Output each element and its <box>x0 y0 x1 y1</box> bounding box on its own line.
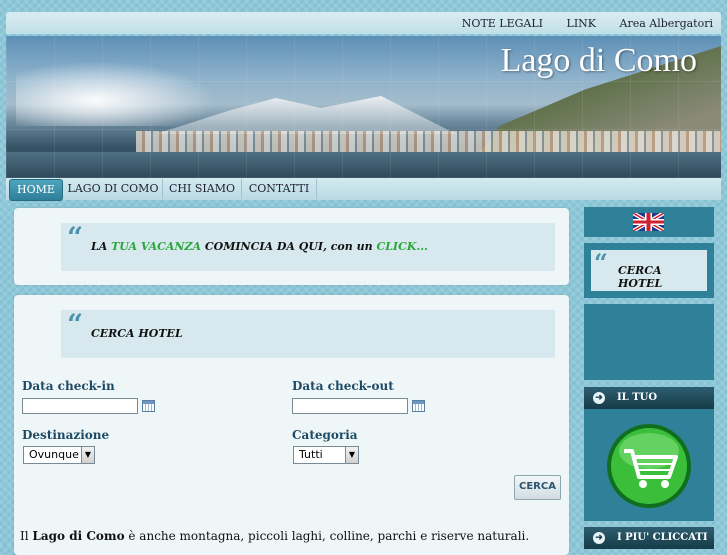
main-menu: HOME LAGO DI COMO CHI SIAMO CONTATTI <box>6 178 721 201</box>
quote-icon: “ <box>594 248 608 277</box>
search-panel: “ CERCA HOTEL <box>14 295 569 555</box>
checkout-label: Data check-out <box>292 379 394 393</box>
arrow-right-icon: ➜ <box>593 532 605 544</box>
cart-header[interactable]: ➜ IL TUO CARRELLO <box>584 387 714 425</box>
checkin-label: Data check-in <box>22 379 115 393</box>
sidebar-search-box: “ CERCA HOTEL <box>584 243 714 298</box>
header-banner: Lago di Como <box>6 36 721 178</box>
arrow-right-icon: ➜ <box>593 392 605 404</box>
intro-bold: Lago di Como <box>32 529 125 543</box>
language-box <box>584 207 714 237</box>
promo-click-link[interactable]: CLICK... <box>376 240 427 253</box>
promo-highlight: TUA VACANZA <box>111 240 202 253</box>
destination-value: Ovunque <box>29 448 79 461</box>
category-label: Categoria <box>292 428 358 442</box>
menu-item-contatti[interactable]: CONTATTI <box>242 179 317 199</box>
intro-rest: è anche montagna, piccoli laghi, colline… <box>124 529 530 543</box>
area-albergatori-link[interactable]: Area Albergatori <box>620 17 713 30</box>
checkout-calendar-icon[interactable] <box>412 400 425 412</box>
quote-icon: “ <box>67 221 83 254</box>
search-quote-box: “ CERCA HOTEL <box>61 308 555 358</box>
promo-text[interactable]: LA TUA VACANZA COMINCIA DA QUI, con un C… <box>91 240 428 253</box>
checkin-input[interactable] <box>22 398 138 414</box>
destination-select[interactable]: Ovunque ▼ <box>23 446 95 464</box>
popular-header[interactable]: ➜ I PIU' CLICCATI <box>584 527 714 549</box>
popular-title: I PIU' CLICCATI <box>617 532 708 543</box>
menu-item-lago-di-como[interactable]: LAGO DI COMO <box>64 179 163 199</box>
shopping-cart-icon[interactable] <box>606 423 692 509</box>
promo-quote-box: “ LA TUA VACANZA COMINCIA DA QUI, con un… <box>61 221 555 271</box>
intro-paragraph: Il Lago di Como è anche montagna, piccol… <box>20 529 529 543</box>
sidebar-search-quote: “ CERCA HOTEL <box>591 248 707 291</box>
menu-item-home[interactable]: HOME <box>9 179 63 201</box>
cerca-button[interactable]: CERCA <box>514 475 561 500</box>
promo-text-part2: COMINCIA DA QUI, con un <box>201 240 377 253</box>
uk-flag-icon[interactable] <box>633 213 664 231</box>
checkin-calendar-icon[interactable] <box>142 400 155 412</box>
site-title: Lago di Como <box>500 42 697 79</box>
category-select[interactable]: Tutti ▼ <box>293 446 359 464</box>
promo-panel: “ LA TUA VACANZA COMINCIA DA QUI, con un… <box>14 208 569 285</box>
sidebar-search-title[interactable]: CERCA HOTEL <box>618 264 707 290</box>
quote-icon: “ <box>67 308 83 341</box>
intro-prefix: Il <box>20 529 33 543</box>
top-nav: NOTE LEGALI LINK Area Albergatori <box>442 17 713 30</box>
link-link[interactable]: LINK <box>567 17 597 30</box>
chevron-down-icon: ▼ <box>345 447 358 463</box>
destination-label: Destinazione <box>22 428 110 442</box>
promo-text-part1: LA <box>91 240 112 253</box>
category-value: Tutti <box>299 448 323 461</box>
search-heading: CERCA HOTEL <box>91 327 183 340</box>
sidebar-empty-box <box>584 304 714 380</box>
note-legali-link[interactable]: NOTE LEGALI <box>462 17 543 30</box>
top-bar: NOTE LEGALI LINK Area Albergatori <box>6 12 721 34</box>
chevron-down-icon: ▼ <box>81 447 94 463</box>
cart-box <box>584 409 714 521</box>
menu-item-chi-siamo[interactable]: CHI SIAMO <box>163 179 242 199</box>
checkout-input[interactable] <box>292 398 408 414</box>
